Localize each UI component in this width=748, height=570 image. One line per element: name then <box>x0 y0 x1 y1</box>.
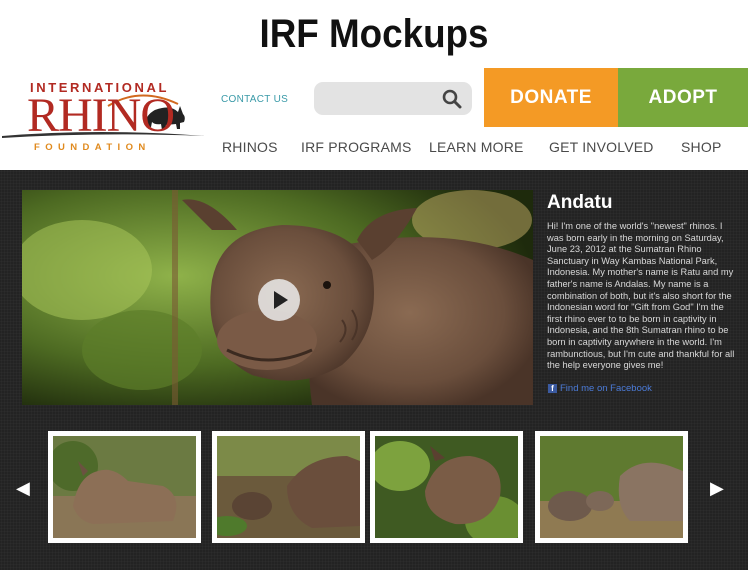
nav-item-irf-programs[interactable]: IRF PROGRAMS <box>301 139 412 155</box>
main-nav: RHINOS IRF PROGRAMS LEARN MORE GET INVOL… <box>0 139 748 159</box>
nav-item-learn-more[interactable]: LEARN MORE <box>429 139 524 155</box>
contact-us-link[interactable]: CONTACT US <box>221 94 288 105</box>
rhino-photo-3 <box>375 436 518 538</box>
carousel-next-arrow-icon[interactable]: ▶ <box>710 478 724 499</box>
mockup-title: IRF Mockups <box>259 12 489 56</box>
rhino-photo-2 <box>217 436 360 538</box>
carousel-prev-arrow-icon[interactable]: ◀ <box>16 478 30 499</box>
nav-item-rhinos[interactable]: RHINOS <box>222 139 278 155</box>
facebook-link-label: Find me on Facebook <box>560 383 652 394</box>
facebook-link[interactable]: f Find me on Facebook <box>548 383 652 394</box>
carousel-thumbnail-1[interactable] <box>48 431 201 543</box>
search-box <box>314 82 472 115</box>
nav-item-shop[interactable]: SHOP <box>681 139 721 155</box>
play-button[interactable] <box>258 279 300 321</box>
adopt-button[interactable]: ADOPT <box>618 68 748 127</box>
rhino-name-heading: Andatu <box>547 192 613 213</box>
rhino-photo-1 <box>53 436 196 538</box>
rhino-description: Hi! I'm one of the world's "newest" rhin… <box>547 221 735 371</box>
carousel-thumbnail-3[interactable] <box>370 431 523 543</box>
rhino-photo-4 <box>540 436 683 538</box>
carousel-thumbnail-2[interactable] <box>212 431 365 543</box>
donate-button[interactable]: DONATE <box>484 68 618 127</box>
carousel-thumbnail-4[interactable] <box>535 431 688 543</box>
logo-line-rhino: RHINO <box>27 89 175 142</box>
facebook-icon: f <box>548 384 557 393</box>
nav-item-get-involved[interactable]: GET INVOLVED <box>549 139 654 155</box>
search-icon[interactable] <box>442 89 462 109</box>
search-input[interactable] <box>322 88 440 110</box>
